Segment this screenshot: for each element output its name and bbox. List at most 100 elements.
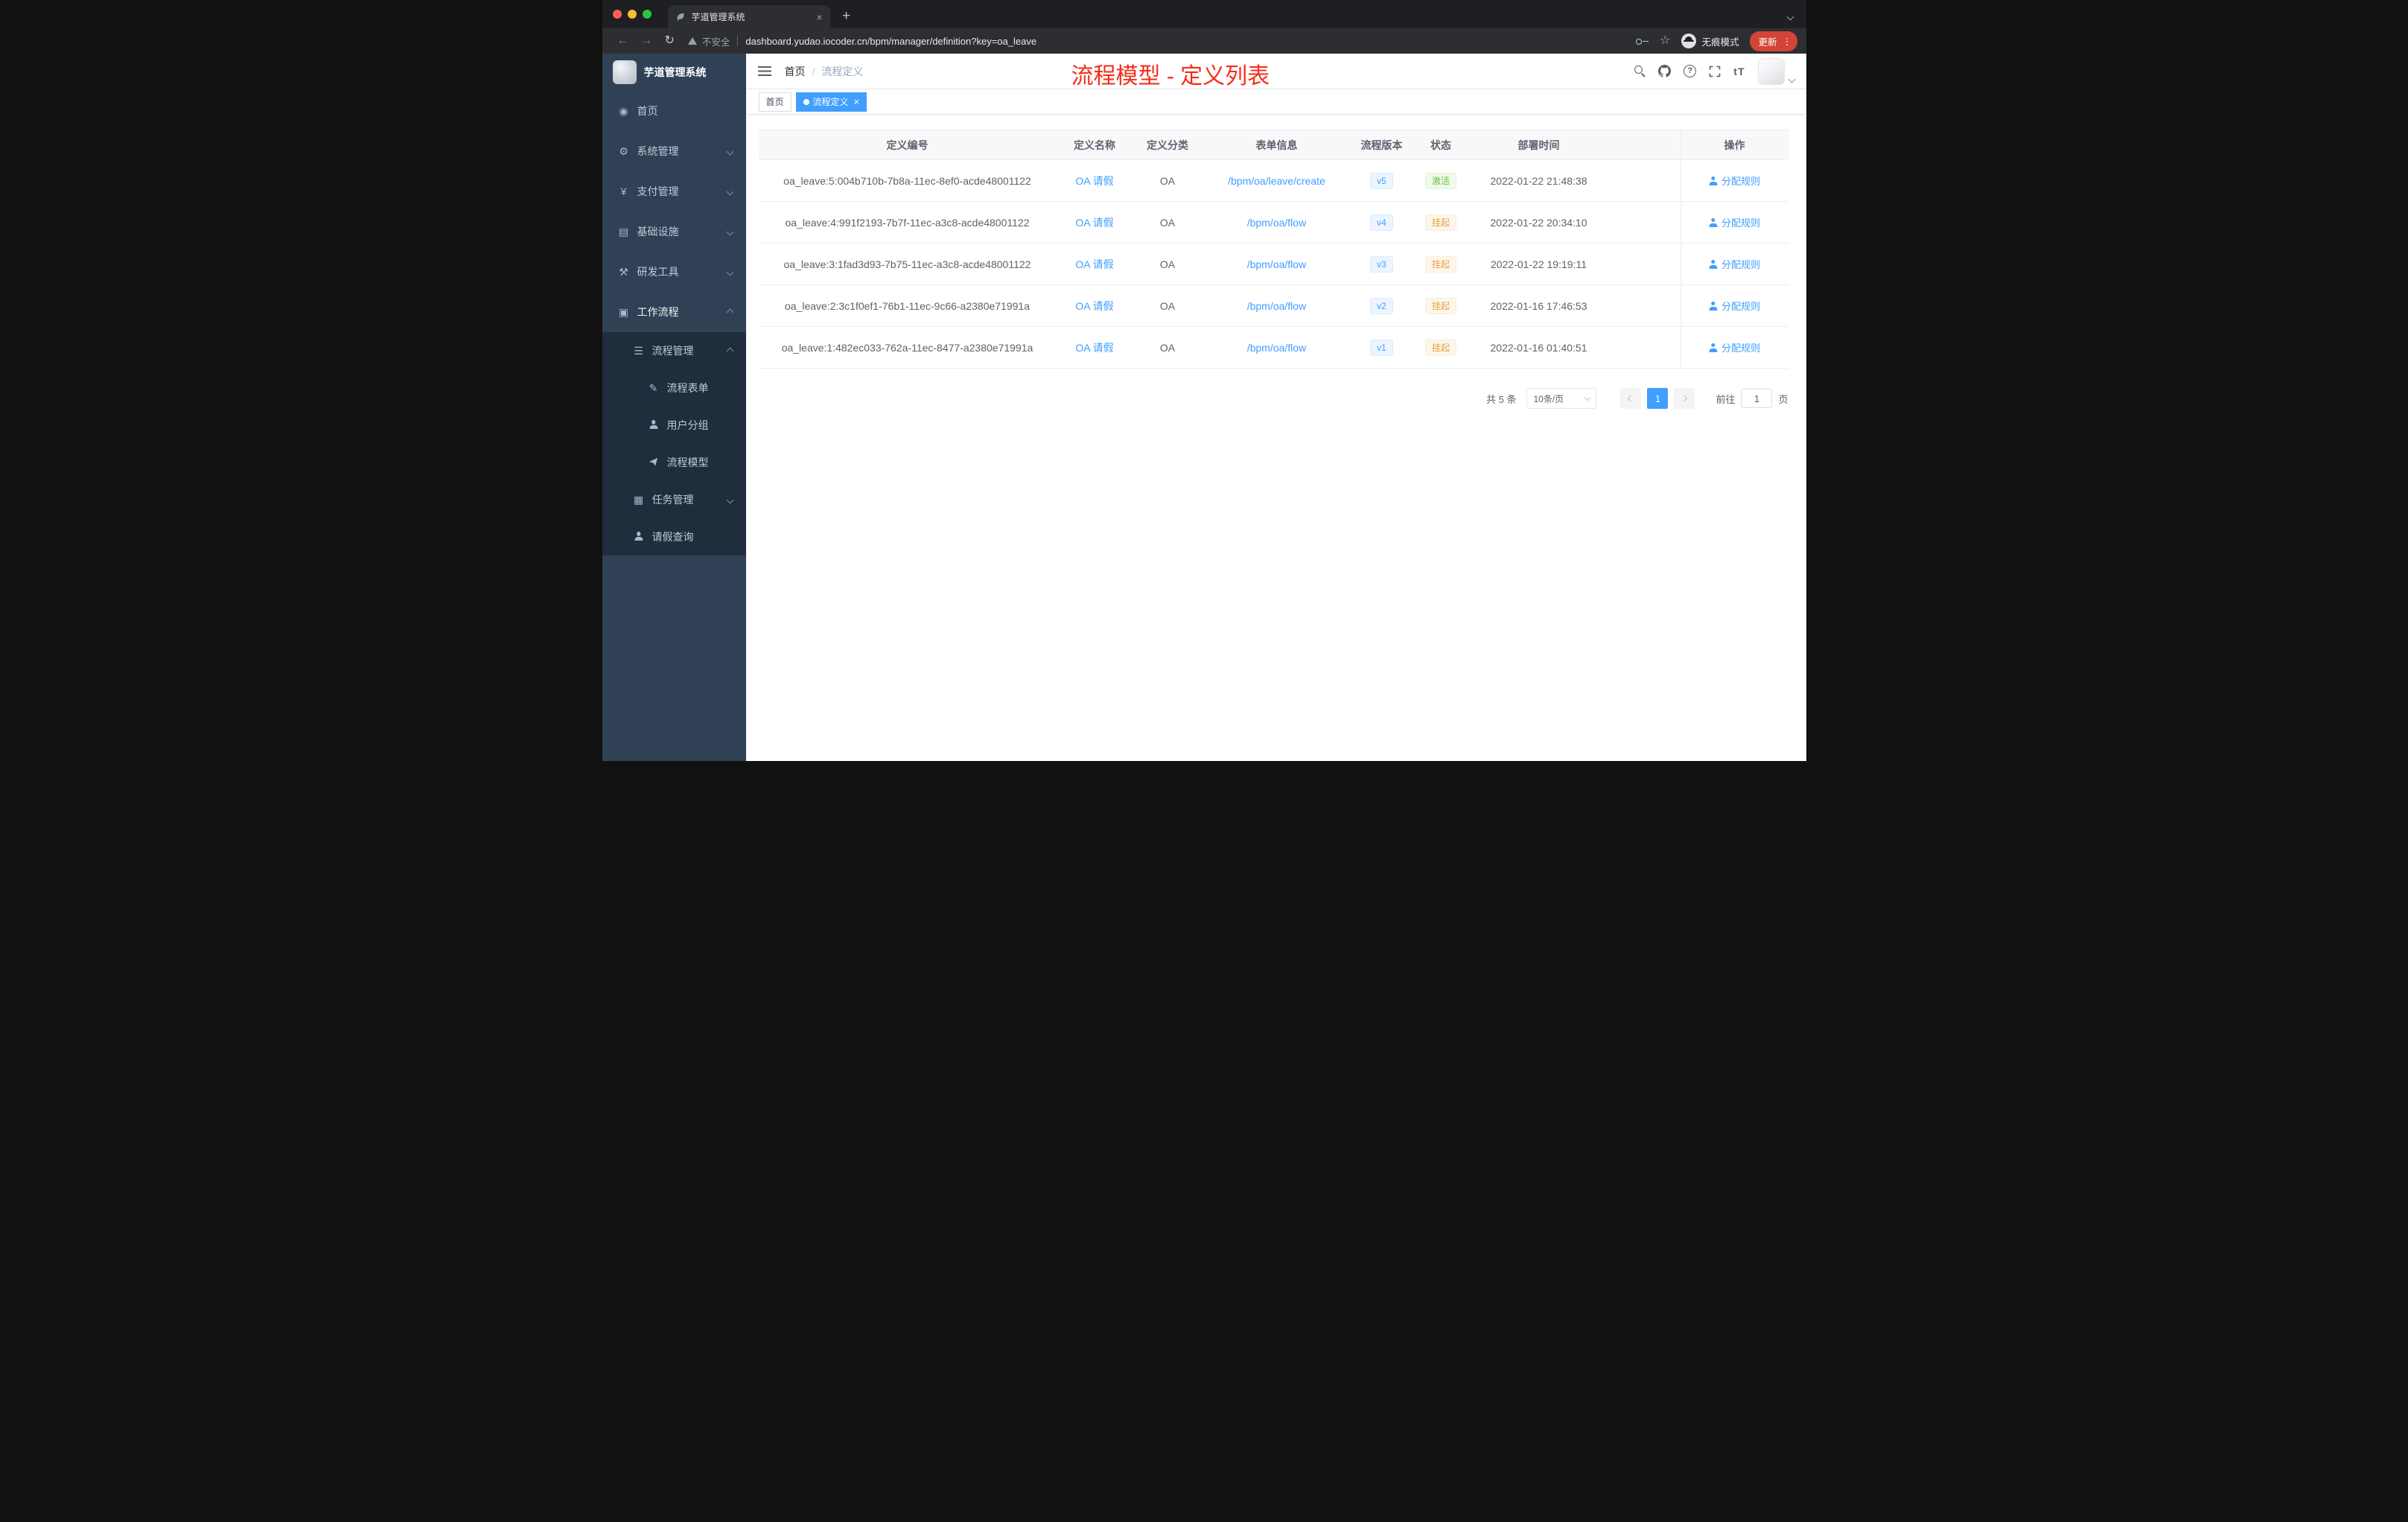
sidebar-item-task-management[interactable]: ▦ 任务管理	[602, 481, 746, 518]
sidebar-item-payment-management[interactable]: ¥ 支付管理	[602, 171, 746, 211]
forward-button[interactable]: →	[641, 35, 653, 47]
sidebar-item-dev-tools[interactable]: ⚒ 研发工具	[602, 252, 746, 292]
sidebar-item-system-management[interactable]: ⚙ 系统管理	[602, 131, 746, 171]
password-key-icon[interactable]	[1636, 38, 1649, 45]
sidebar-menu: ◉ 首页 ⚙ 系统管理 ¥ 支付管理 ▤ 基础设施 ⚒ 研发工具 ▣ 工作流程 …	[602, 91, 746, 555]
header-cell-form: 表单信息	[1255, 138, 1298, 151]
sidebar-item-process-model[interactable]: 流程模型	[602, 444, 746, 481]
definition-name-link[interactable]: OA 请假	[1075, 217, 1113, 229]
browser-tab[interactable]: 芋道管理系统 ×	[667, 5, 830, 28]
user-menu[interactable]	[1757, 57, 1795, 85]
incognito-icon	[1681, 34, 1697, 48]
tag-process-definition[interactable]: 流程定义 ×	[795, 92, 867, 112]
sidebar-collapse-button[interactable]	[757, 66, 771, 77]
reload-button[interactable]: ↻	[665, 35, 675, 47]
chevron-up-icon	[726, 308, 733, 316]
kebab-menu-icon[interactable]: ⋮	[1783, 36, 1792, 46]
table-row: oa_leave:5:004b710b-7b8a-11ec-8ef0-acde4…	[758, 160, 1789, 202]
fullscreen-icon[interactable]	[1709, 66, 1721, 77]
assign-rule-link[interactable]: 分配规则	[1709, 257, 1760, 271]
definition-name-link[interactable]: OA 请假	[1075, 300, 1113, 312]
sidebar-item-workflow[interactable]: ▣ 工作流程	[602, 292, 746, 332]
form-link[interactable]: /bpm/oa/flow	[1247, 217, 1306, 229]
sidebar-item-infrastructure[interactable]: ▤ 基础设施	[602, 211, 746, 252]
goto-input[interactable]	[1741, 389, 1773, 408]
page-unit-label: 页	[1778, 393, 1789, 405]
sidebar-item-process-form[interactable]: ✎ 流程表单	[602, 369, 746, 407]
deploy-time-cell: 2022-01-16 01:40:51	[1490, 341, 1587, 354]
definition-name-cell: OA 请假	[1057, 215, 1133, 230]
workflow-icon: ▣	[618, 306, 629, 318]
server-icon: ▤	[618, 226, 629, 238]
sidebar-item-label: 流程模型	[666, 456, 709, 468]
form-link[interactable]: /bpm/oa/flow	[1247, 258, 1306, 270]
status-badge: 挂起	[1424, 339, 1456, 356]
github-icon[interactable]	[1658, 65, 1672, 77]
bookmark-star-icon[interactable]: ☆	[1660, 35, 1670, 47]
form-link[interactable]: /bpm/oa/leave/create	[1228, 175, 1325, 187]
list-icon: ☰	[634, 345, 643, 357]
next-page-button[interactable]	[1674, 388, 1695, 409]
tab-close-icon[interactable]: ×	[816, 12, 822, 22]
version-cell: v5	[1351, 172, 1412, 189]
breadcrumb-current: 流程定义	[821, 65, 864, 77]
assign-rule-link[interactable]: 分配规则	[1709, 173, 1760, 188]
sidebar-item-process-management[interactable]: ☰ 流程管理	[602, 332, 746, 369]
tag-close-icon[interactable]: ×	[854, 97, 860, 106]
tag-home[interactable]: 首页	[758, 92, 791, 112]
send-icon	[647, 457, 660, 468]
version-cell: v2	[1351, 297, 1412, 314]
table-row: oa_leave:4:991f2193-7b7f-11ec-a3c8-acde4…	[758, 202, 1789, 243]
definitions-table: 定义编号 定义名称 定义分类 表单信息 流程版本 状态 部署时间 操作 oa_l…	[758, 130, 1789, 369]
back-button[interactable]: ←	[617, 35, 629, 47]
toolbar-right: ☆ 无痕模式 更新 ⋮	[1636, 31, 1797, 51]
tab-strip: 芋道管理系统 × +	[602, 0, 1806, 28]
person-icon	[1709, 218, 1718, 227]
help-icon[interactable]: ?	[1684, 65, 1697, 77]
address-bar[interactable]: 不安全 dashboard.yudao.iocoder.cn/bpm/manag…	[687, 34, 1628, 48]
form-link[interactable]: /bpm/oa/flow	[1247, 342, 1306, 354]
chevron-down-icon	[726, 496, 733, 503]
sidebar-item-user-group[interactable]: 用户分组	[602, 407, 746, 444]
close-window-button[interactable]	[612, 10, 622, 19]
sidebar-item-leave-query[interactable]: 请假查询	[602, 518, 746, 555]
category-cell: OA	[1159, 258, 1176, 270]
definition-id-cell: oa_leave:4:991f2193-7b7f-11ec-a3c8-acde4…	[785, 216, 1030, 229]
app-navbar: 首页 / 流程定义 ? tT	[745, 54, 1806, 89]
version-cell: v4	[1351, 214, 1412, 231]
action-cell: 分配规则	[1680, 160, 1789, 201]
sidebar: 芋道管理系统 ◉ 首页 ⚙ 系统管理 ¥ 支付管理 ▤ 基础设施 ⚒ 研发工具 …	[602, 54, 746, 761]
assign-rule-link[interactable]: 分配规则	[1709, 340, 1760, 354]
version-badge: v5	[1370, 172, 1393, 189]
app-logo-row[interactable]: 芋道管理系统	[602, 54, 746, 91]
form-link[interactable]: /bpm/oa/flow	[1247, 300, 1306, 312]
page-size-select[interactable]: 10条/页	[1526, 388, 1597, 409]
sidebar-item-home[interactable]: ◉ 首页	[602, 91, 746, 131]
font-size-button[interactable]: tT	[1733, 66, 1745, 77]
form-cell: /bpm/oa/flow	[1203, 217, 1351, 229]
breadcrumb: 首页 / 流程定义	[785, 64, 864, 79]
assign-rule-link[interactable]: 分配规则	[1709, 299, 1760, 313]
status-cell: 挂起	[1412, 339, 1470, 356]
maximize-window-button[interactable]	[642, 10, 652, 19]
page-content: 定义编号 定义名称 定义分类 表单信息 流程版本 状态 部署时间 操作 oa_l…	[746, 115, 1806, 761]
definition-name-link[interactable]: OA 请假	[1075, 258, 1113, 270]
version-badge: v1	[1370, 339, 1393, 356]
version-cell: v3	[1351, 255, 1412, 273]
update-button[interactable]: 更新 ⋮	[1750, 31, 1797, 51]
avatar[interactable]	[1757, 57, 1785, 85]
prev-page-button[interactable]	[1620, 388, 1642, 409]
sidebar-item-label: 系统管理	[637, 145, 679, 157]
definition-name-link[interactable]: OA 请假	[1075, 342, 1113, 354]
minimize-window-button[interactable]	[627, 10, 637, 19]
search-icon[interactable]	[1634, 66, 1646, 77]
page-number-button[interactable]: 1	[1647, 388, 1669, 409]
breadcrumb-home[interactable]: 首页	[785, 64, 806, 79]
category-cell: OA	[1159, 299, 1176, 312]
definition-name-link[interactable]: OA 请假	[1075, 175, 1113, 187]
action-cell: 分配规则	[1680, 327, 1789, 368]
assign-rule-link[interactable]: 分配规则	[1709, 215, 1760, 229]
table-header: 定义编号 定义名称 定义分类 表单信息 流程版本 状态 部署时间 操作	[758, 130, 1789, 160]
tab-search-chevron-icon[interactable]	[1786, 13, 1794, 21]
new-tab-button[interactable]: +	[836, 6, 857, 27]
